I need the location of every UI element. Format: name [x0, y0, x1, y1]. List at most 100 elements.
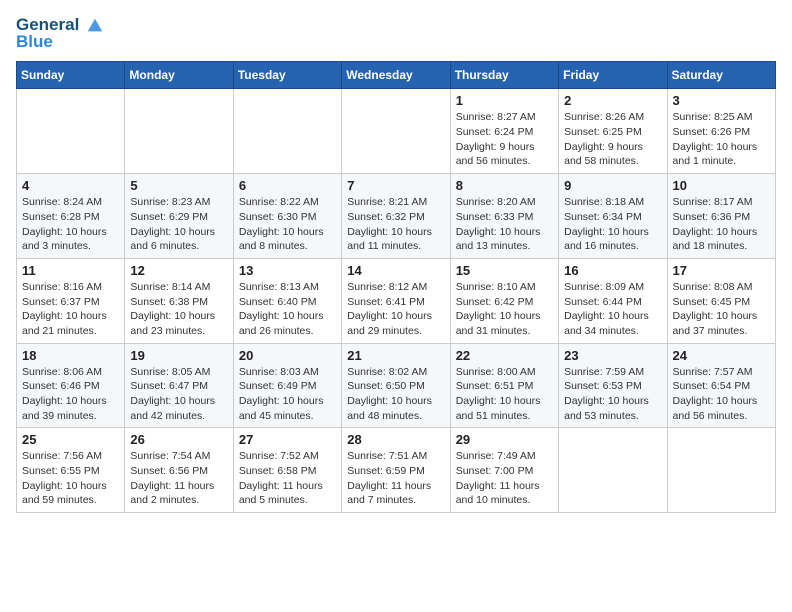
weekday-header: Wednesday: [342, 62, 450, 89]
day-detail: Sunrise: 8:03 AM Sunset: 6:49 PM Dayligh…: [239, 365, 336, 424]
day-number: 15: [456, 263, 553, 278]
day-detail: Sunrise: 8:26 AM Sunset: 6:25 PM Dayligh…: [564, 110, 661, 169]
weekday-header: Saturday: [667, 62, 775, 89]
calendar-cell: 5 Sunrise: 8:23 AM Sunset: 6:29 PM Daylig…: [125, 174, 233, 259]
calendar-cell: 7 Sunrise: 8:21 AM Sunset: 6:32 PM Daylig…: [342, 174, 450, 259]
day-number: 8: [456, 178, 553, 193]
day-number: 16: [564, 263, 661, 278]
calendar-cell: 26 Sunrise: 7:54 AM Sunset: 6:56 PM Dayli…: [125, 428, 233, 513]
day-detail: Sunrise: 8:22 AM Sunset: 6:30 PM Dayligh…: [239, 195, 336, 254]
calendar-week-row: 1Sunrise: 8:27 AM Sunset: 6:24 PM Daylig…: [17, 89, 776, 174]
day-detail: Sunrise: 8:21 AM Sunset: 6:32 PM Dayligh…: [347, 195, 444, 254]
day-detail: Sunrise: 8:13 AM Sunset: 6:40 PM Dayligh…: [239, 280, 336, 339]
day-detail: Sunrise: 8:14 AM Sunset: 6:38 PM Dayligh…: [130, 280, 227, 339]
calendar-cell: 21 Sunrise: 8:02 AM Sunset: 6:50 PM Dayli…: [342, 343, 450, 428]
calendar-cell: 1Sunrise: 8:27 AM Sunset: 6:24 PM Daylig…: [450, 89, 558, 174]
day-detail: Sunrise: 8:08 AM Sunset: 6:45 PM Dayligh…: [673, 280, 770, 339]
day-detail: Sunrise: 8:20 AM Sunset: 6:33 PM Dayligh…: [456, 195, 553, 254]
day-detail: Sunrise: 8:02 AM Sunset: 6:50 PM Dayligh…: [347, 365, 444, 424]
day-number: 20: [239, 348, 336, 363]
day-detail: Sunrise: 8:16 AM Sunset: 6:37 PM Dayligh…: [22, 280, 119, 339]
day-detail: Sunrise: 8:00 AM Sunset: 6:51 PM Dayligh…: [456, 365, 553, 424]
day-number: 22: [456, 348, 553, 363]
day-detail: Sunrise: 8:17 AM Sunset: 6:36 PM Dayligh…: [673, 195, 770, 254]
day-number: 19: [130, 348, 227, 363]
calendar-cell: 8 Sunrise: 8:20 AM Sunset: 6:33 PM Daylig…: [450, 174, 558, 259]
day-detail: Sunrise: 7:54 AM Sunset: 6:56 PM Dayligh…: [130, 449, 227, 508]
weekday-header: Monday: [125, 62, 233, 89]
day-detail: Sunrise: 7:52 AM Sunset: 6:58 PM Dayligh…: [239, 449, 336, 508]
calendar-cell: [17, 89, 125, 174]
day-number: 25: [22, 432, 119, 447]
calendar-cell: [559, 428, 667, 513]
day-detail: Sunrise: 7:59 AM Sunset: 6:53 PM Dayligh…: [564, 365, 661, 424]
day-detail: Sunrise: 8:09 AM Sunset: 6:44 PM Dayligh…: [564, 280, 661, 339]
day-number: 7: [347, 178, 444, 193]
calendar-cell: 15 Sunrise: 8:10 AM Sunset: 6:42 PM Dayli…: [450, 258, 558, 343]
day-detail: Sunrise: 7:51 AM Sunset: 6:59 PM Dayligh…: [347, 449, 444, 508]
day-detail: Sunrise: 8:12 AM Sunset: 6:41 PM Dayligh…: [347, 280, 444, 339]
calendar-cell: 6 Sunrise: 8:22 AM Sunset: 6:30 PM Daylig…: [233, 174, 341, 259]
day-number: 23: [564, 348, 661, 363]
day-number: 9: [564, 178, 661, 193]
day-detail: Sunrise: 8:24 AM Sunset: 6:28 PM Dayligh…: [22, 195, 119, 254]
day-number: 29: [456, 432, 553, 447]
day-detail: Sunrise: 8:05 AM Sunset: 6:47 PM Dayligh…: [130, 365, 227, 424]
day-number: 18: [22, 348, 119, 363]
day-detail: Sunrise: 7:49 AM Sunset: 7:00 PM Dayligh…: [456, 449, 553, 508]
calendar-cell: 27 Sunrise: 7:52 AM Sunset: 6:58 PM Dayli…: [233, 428, 341, 513]
day-detail: Sunrise: 8:06 AM Sunset: 6:46 PM Dayligh…: [22, 365, 119, 424]
calendar-cell: 22 Sunrise: 8:00 AM Sunset: 6:51 PM Dayli…: [450, 343, 558, 428]
calendar-cell: 10 Sunrise: 8:17 AM Sunset: 6:36 PM Dayli…: [667, 174, 775, 259]
day-number: 11: [22, 263, 119, 278]
calendar-cell: [667, 428, 775, 513]
calendar-cell: 16 Sunrise: 8:09 AM Sunset: 6:44 PM Dayli…: [559, 258, 667, 343]
calendar-cell: 25 Sunrise: 7:56 AM Sunset: 6:55 PM Dayli…: [17, 428, 125, 513]
day-number: 17: [673, 263, 770, 278]
weekday-header: Thursday: [450, 62, 558, 89]
calendar-cell: 29 Sunrise: 7:49 AM Sunset: 7:00 PM Dayli…: [450, 428, 558, 513]
day-number: 12: [130, 263, 227, 278]
calendar-week-row: 4 Sunrise: 8:24 AM Sunset: 6:28 PM Daylig…: [17, 174, 776, 259]
day-number: 3: [673, 93, 770, 108]
day-number: 10: [673, 178, 770, 193]
weekday-header: Tuesday: [233, 62, 341, 89]
weekday-header: Friday: [559, 62, 667, 89]
day-detail: Sunrise: 8:23 AM Sunset: 6:29 PM Dayligh…: [130, 195, 227, 254]
calendar-cell: [342, 89, 450, 174]
day-number: 13: [239, 263, 336, 278]
calendar-cell: 13 Sunrise: 8:13 AM Sunset: 6:40 PM Dayli…: [233, 258, 341, 343]
calendar-cell: 23 Sunrise: 7:59 AM Sunset: 6:53 PM Dayli…: [559, 343, 667, 428]
calendar-cell: 2 Sunrise: 8:26 AM Sunset: 6:25 PM Daylig…: [559, 89, 667, 174]
day-detail: Sunrise: 8:10 AM Sunset: 6:42 PM Dayligh…: [456, 280, 553, 339]
calendar-week-row: 11 Sunrise: 8:16 AM Sunset: 6:37 PM Dayli…: [17, 258, 776, 343]
day-number: 5: [130, 178, 227, 193]
day-number: 2: [564, 93, 661, 108]
calendar-cell: 18 Sunrise: 8:06 AM Sunset: 6:46 PM Dayli…: [17, 343, 125, 428]
calendar-cell: 24 Sunrise: 7:57 AM Sunset: 6:54 PM Dayli…: [667, 343, 775, 428]
weekday-header: Sunday: [17, 62, 125, 89]
calendar-cell: 4 Sunrise: 8:24 AM Sunset: 6:28 PM Daylig…: [17, 174, 125, 259]
calendar-cell: 12 Sunrise: 8:14 AM Sunset: 6:38 PM Dayli…: [125, 258, 233, 343]
logo: General Blue: [16, 16, 104, 51]
calendar-cell: 17 Sunrise: 8:08 AM Sunset: 6:45 PM Dayli…: [667, 258, 775, 343]
day-number: 6: [239, 178, 336, 193]
day-detail: Sunrise: 8:25 AM Sunset: 6:26 PM Dayligh…: [673, 110, 770, 169]
day-number: 4: [22, 178, 119, 193]
calendar-week-row: 18 Sunrise: 8:06 AM Sunset: 6:46 PM Dayli…: [17, 343, 776, 428]
calendar-cell: 28Sunrise: 7:51 AM Sunset: 6:59 PM Dayli…: [342, 428, 450, 513]
calendar-week-row: 25 Sunrise: 7:56 AM Sunset: 6:55 PM Dayli…: [17, 428, 776, 513]
day-detail: Sunrise: 8:27 AM Sunset: 6:24 PM Dayligh…: [456, 110, 553, 169]
calendar-cell: 20 Sunrise: 8:03 AM Sunset: 6:49 PM Dayli…: [233, 343, 341, 428]
calendar-cell: [125, 89, 233, 174]
day-detail: Sunrise: 7:56 AM Sunset: 6:55 PM Dayligh…: [22, 449, 119, 508]
day-detail: Sunrise: 7:57 AM Sunset: 6:54 PM Dayligh…: [673, 365, 770, 424]
day-number: 21: [347, 348, 444, 363]
day-number: 27: [239, 432, 336, 447]
calendar-table: SundayMondayTuesdayWednesdayThursdayFrid…: [16, 61, 776, 513]
calendar-cell: 19 Sunrise: 8:05 AM Sunset: 6:47 PM Dayli…: [125, 343, 233, 428]
day-number: 26: [130, 432, 227, 447]
day-number: 24: [673, 348, 770, 363]
day-number: 14: [347, 263, 444, 278]
calendar-cell: 3 Sunrise: 8:25 AM Sunset: 6:26 PM Daylig…: [667, 89, 775, 174]
